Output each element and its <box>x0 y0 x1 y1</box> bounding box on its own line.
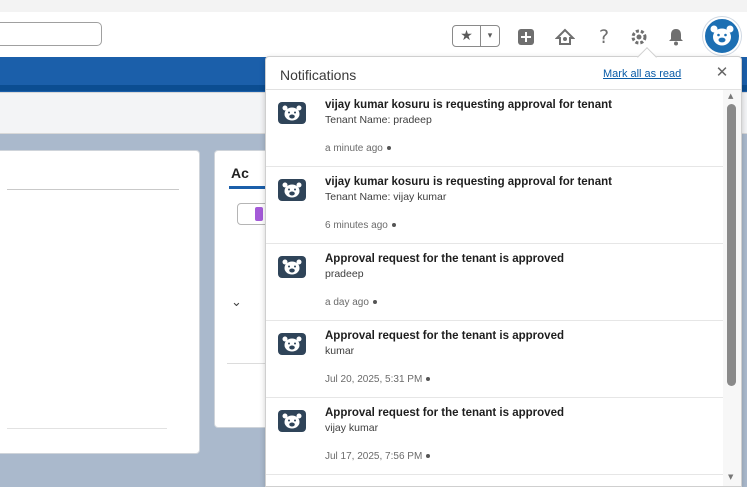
bear-avatar-icon <box>278 256 306 278</box>
time-text: Jul 17, 2025, 7:56 PM <box>325 451 423 462</box>
panel-title: Notifications <box>280 67 357 83</box>
notification-subtitle: Tenant Name: pradeep <box>325 114 432 126</box>
unread-dot-icon <box>391 223 396 228</box>
bear-avatar-icon <box>278 179 306 201</box>
notification-subtitle: vijay kumar <box>325 422 379 434</box>
scrollbar-thumb[interactable] <box>727 104 736 386</box>
notifications-bell-icon[interactable] <box>664 25 688 49</box>
notification-item[interactable]: vijay kumar kosuru is requesting approva… <box>266 90 723 167</box>
notification-item[interactable]: vijay kumar kosuru is requesting approva… <box>266 167 723 244</box>
notification-title: Approval request for the tenant is appro… <box>325 253 564 265</box>
divider <box>7 189 179 190</box>
notification-time: a minute ago <box>325 143 391 154</box>
notification-item[interactable]: Approval request for the tenant is appro… <box>266 244 723 321</box>
close-icon[interactable]: ✕ <box>713 63 731 81</box>
chevron-down-icon[interactable]: ⌄ <box>231 295 242 310</box>
notification-subtitle: kumar <box>325 345 355 357</box>
left-card <box>0 150 200 454</box>
bear-avatar-icon <box>278 102 306 124</box>
bear-avatar-icon <box>278 333 306 355</box>
unread-dot-icon <box>372 300 377 305</box>
global-actions-icon[interactable] <box>514 25 538 49</box>
global-search-input[interactable] <box>0 22 102 46</box>
time-text: Jul 20, 2025, 5:31 PM <box>325 374 423 385</box>
notifications-header: Notifications Mark all as read ✕ <box>266 57 741 90</box>
notification-subtitle: pradeep <box>325 268 364 280</box>
card-title: Ac <box>231 165 249 181</box>
notification-item[interactable]: Approval request for the tenant is appro… <box>266 321 723 398</box>
card-button-icon <box>255 207 263 221</box>
notification-item[interactable]: Approval request for the tenant is appro… <box>266 398 723 475</box>
favorites-star-icon[interactable]: ★ <box>453 26 481 46</box>
bear-avatar-icon <box>278 410 306 432</box>
notification-title: Approval request for the tenant is appro… <box>325 330 564 342</box>
unread-dot-icon <box>386 146 391 151</box>
notification-time: a day ago <box>325 297 377 308</box>
mark-all-read-link[interactable]: Mark all as read <box>603 68 681 80</box>
notification-time: 6 minutes ago <box>325 220 396 231</box>
notifications-scrollbar[interactable]: ▲ ▼ <box>723 90 741 486</box>
time-text: a day ago <box>325 297 369 308</box>
notification-subtitle: Tenant Name: vijay kumar <box>325 191 447 203</box>
divider <box>7 428 167 429</box>
notification-title: vijay kumar kosuru is requesting approva… <box>325 99 612 111</box>
help-icon[interactable]: ? <box>592 25 616 49</box>
scroll-up-icon[interactable]: ▲ <box>728 92 733 100</box>
active-tab-underline <box>229 186 269 189</box>
favorites-button-group: ★ ▾ <box>452 25 500 47</box>
global-header: ★ ▾ ? <box>0 0 747 57</box>
notification-time: Jul 17, 2025, 7:56 PM <box>325 451 431 462</box>
favorites-dropdown-icon[interactable]: ▾ <box>481 26 499 46</box>
user-avatar-icon[interactable] <box>703 17 741 55</box>
unread-dot-icon <box>426 454 431 459</box>
setup-gear-icon[interactable] <box>627 25 651 49</box>
scroll-down-icon[interactable]: ▼ <box>728 473 733 481</box>
notifications-list: vijay kumar kosuru is requesting approva… <box>266 90 723 475</box>
unread-dot-icon <box>426 377 431 382</box>
notification-title: Approval request for the tenant is appro… <box>325 407 564 419</box>
notifications-panel: Notifications Mark all as read ✕ vijay k… <box>265 56 742 487</box>
trailhead-icon[interactable] <box>553 25 577 49</box>
time-text: 6 minutes ago <box>325 220 388 231</box>
time-text: a minute ago <box>325 143 383 154</box>
notification-time: Jul 20, 2025, 5:31 PM <box>325 374 431 385</box>
notification-title: vijay kumar kosuru is requesting approva… <box>325 176 612 188</box>
